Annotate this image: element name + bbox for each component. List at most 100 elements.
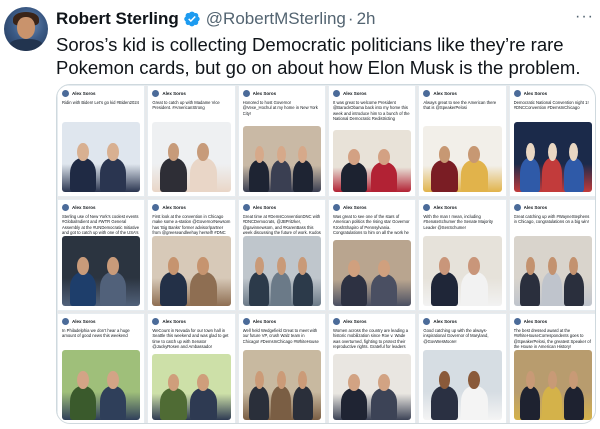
- embedded-tweet-header: Alex Soros: [62, 89, 140, 98]
- embedded-tweet-text: In Philadelphia we don’t hear a huge amo…: [62, 328, 130, 339]
- embedded-photo: [62, 122, 141, 192]
- person-silhouette: [431, 160, 458, 192]
- person-head: [525, 143, 535, 162]
- embedded-tweet-card: Alex Soros With the man I mean, including…: [418, 199, 507, 311]
- embedded-tweet-header: Alex Soros: [423, 89, 501, 98]
- embedded-avatar: [62, 204, 69, 211]
- embedded-avatar: [333, 318, 340, 325]
- author-avatar[interactable]: [4, 7, 48, 51]
- embedded-photo: [333, 354, 412, 420]
- person-silhouette: [189, 158, 217, 192]
- embedded-author-name: Alex Soros: [523, 319, 548, 324]
- verified-badge-icon: [184, 11, 200, 27]
- person-head: [348, 148, 360, 165]
- embedded-avatar: [513, 318, 521, 325]
- embedded-author-name: Alex Soros: [523, 91, 548, 96]
- media-image[interactable]: Alex Soros Ridin with Biden! Let’s go kid…: [56, 84, 596, 424]
- embedded-tweet-header: Alex Soros: [242, 203, 321, 212]
- person-head: [378, 148, 390, 165]
- person-silhouette: [248, 386, 270, 420]
- person-head: [348, 259, 360, 277]
- embedded-avatar: [152, 318, 160, 325]
- person-silhouette: [563, 158, 585, 192]
- embedded-avatar: [242, 90, 250, 97]
- person-silhouette: [370, 274, 398, 306]
- person-head: [276, 257, 286, 276]
- embedded-tweet-card: Alex Soros It was great to welcome Presid…: [328, 85, 417, 197]
- embedded-author-name: Alex Soros: [433, 205, 457, 210]
- person-head: [167, 373, 180, 391]
- person-silhouette: [292, 386, 314, 420]
- embedded-avatar: [242, 318, 250, 325]
- embedded-avatar: [513, 204, 521, 211]
- person-head: [547, 371, 557, 390]
- person-head: [378, 259, 390, 277]
- embedded-tweet-card: Alex Soros Women across the country are l…: [328, 313, 417, 423]
- embedded-author-name: Alex Soros: [343, 319, 367, 324]
- embedded-author-name: Alex Soros: [162, 91, 186, 96]
- person-head: [254, 257, 264, 276]
- embedded-avatar: [423, 204, 431, 211]
- person-head: [348, 373, 360, 391]
- embedded-tweet-header: Alex Soros: [152, 317, 230, 326]
- embedded-tweet-text: It was great to welcome President @Barac…: [333, 100, 410, 122]
- person-silhouette: [69, 386, 97, 420]
- embedded-photo: [242, 236, 321, 306]
- embedded-tweet-text: Well held Wedgefield Great to meet with …: [242, 328, 319, 344]
- embedded-author-name: Alex Soros: [252, 91, 277, 96]
- embedded-tweet-header: Alex Soros: [513, 317, 592, 326]
- embedded-photo: [152, 354, 231, 420]
- separator-dot: ·: [347, 9, 354, 28]
- person-head: [107, 143, 119, 162]
- person-silhouette: [519, 272, 541, 306]
- person-head: [107, 257, 119, 276]
- embedded-photo: [423, 350, 502, 420]
- person-silhouette: [460, 386, 488, 420]
- embedded-author-name: Alex Soros: [523, 205, 548, 210]
- more-options-icon[interactable]: ···: [575, 8, 594, 26]
- embedded-tweet-card: Alex Soros Sterling use of New York’s coo…: [57, 199, 146, 311]
- embedded-tweet-text: First look at the convention in Chicago …: [152, 214, 231, 236]
- embedded-author-name: Alex Soros: [72, 319, 96, 324]
- person-silhouette: [563, 272, 585, 306]
- embedded-tweet-text: Great to catch up with Madame Vice Presi…: [152, 100, 220, 111]
- screenshot-collage: Alex Soros Ridin with Biden! Let’s go kid…: [57, 85, 595, 423]
- person-silhouette: [563, 386, 585, 420]
- embedded-author-name: Alex Soros: [252, 319, 277, 324]
- embedded-avatar: [62, 90, 69, 97]
- person-head: [276, 145, 286, 163]
- embedded-avatar: [333, 90, 340, 97]
- embedded-tweet-text: Great time at #DemsConventionDNC with #D…: [242, 214, 321, 236]
- embedded-tweet-card: Alex Soros Great to catch up with Madame …: [147, 85, 236, 197]
- embedded-tweet-card: Alex Soros Well held Wedgefield Great to …: [237, 313, 326, 423]
- embedded-tweet-text: Honored to host Governor @Vexe_Hochul at…: [242, 100, 318, 116]
- author-handle[interactable]: @RobertMSterling: [206, 9, 346, 29]
- embedded-photo: [62, 350, 141, 420]
- embedded-author-name: Alex Soros: [252, 205, 277, 210]
- embedded-tweet-card: Alex Soros Always great to see the Americ…: [418, 85, 507, 197]
- embedded-tweet-card: Alex Soros Good catching up with the alwa…: [418, 313, 507, 423]
- embedded-tweet-card: Alex Soros The best dressed award at the …: [508, 313, 595, 423]
- embedded-author-name: Alex Soros: [72, 205, 96, 210]
- embedded-photo: [513, 350, 592, 420]
- embedded-avatar: [62, 318, 69, 325]
- post-timestamp[interactable]: 2h: [357, 9, 376, 29]
- author-name[interactable]: Robert Sterling: [56, 9, 179, 29]
- person-head: [77, 371, 89, 390]
- embedded-tweet-header: Alex Soros: [242, 317, 321, 326]
- embedded-avatar: [242, 204, 250, 211]
- embedded-tweet-text: Great catching up with #WayneStephens in…: [513, 214, 590, 225]
- embedded-photo: [333, 240, 412, 306]
- person-head: [254, 145, 264, 163]
- tweet[interactable]: Robert Sterling @RobertMSterling · 2h ··…: [0, 0, 600, 429]
- person-silhouette: [370, 162, 398, 192]
- person-silhouette: [99, 158, 127, 192]
- embedded-tweet-card: Alex Soros Democratic National Convention…: [508, 85, 595, 197]
- embedded-avatar: [513, 90, 521, 97]
- person-silhouette: [248, 160, 270, 192]
- embedded-tweet-card: Alex Soros WeCount in Nevada for our town…: [147, 313, 236, 423]
- person-silhouette: [460, 160, 488, 192]
- embedded-tweet-text: Ridin with Biden! Let’s go kid #Biden202…: [62, 100, 139, 105]
- embedded-tweet-card: Alex Soros Honored to host Governor @Vexe…: [237, 85, 326, 197]
- embedded-tweet-text: Democratic National Convention night 1! …: [513, 100, 589, 111]
